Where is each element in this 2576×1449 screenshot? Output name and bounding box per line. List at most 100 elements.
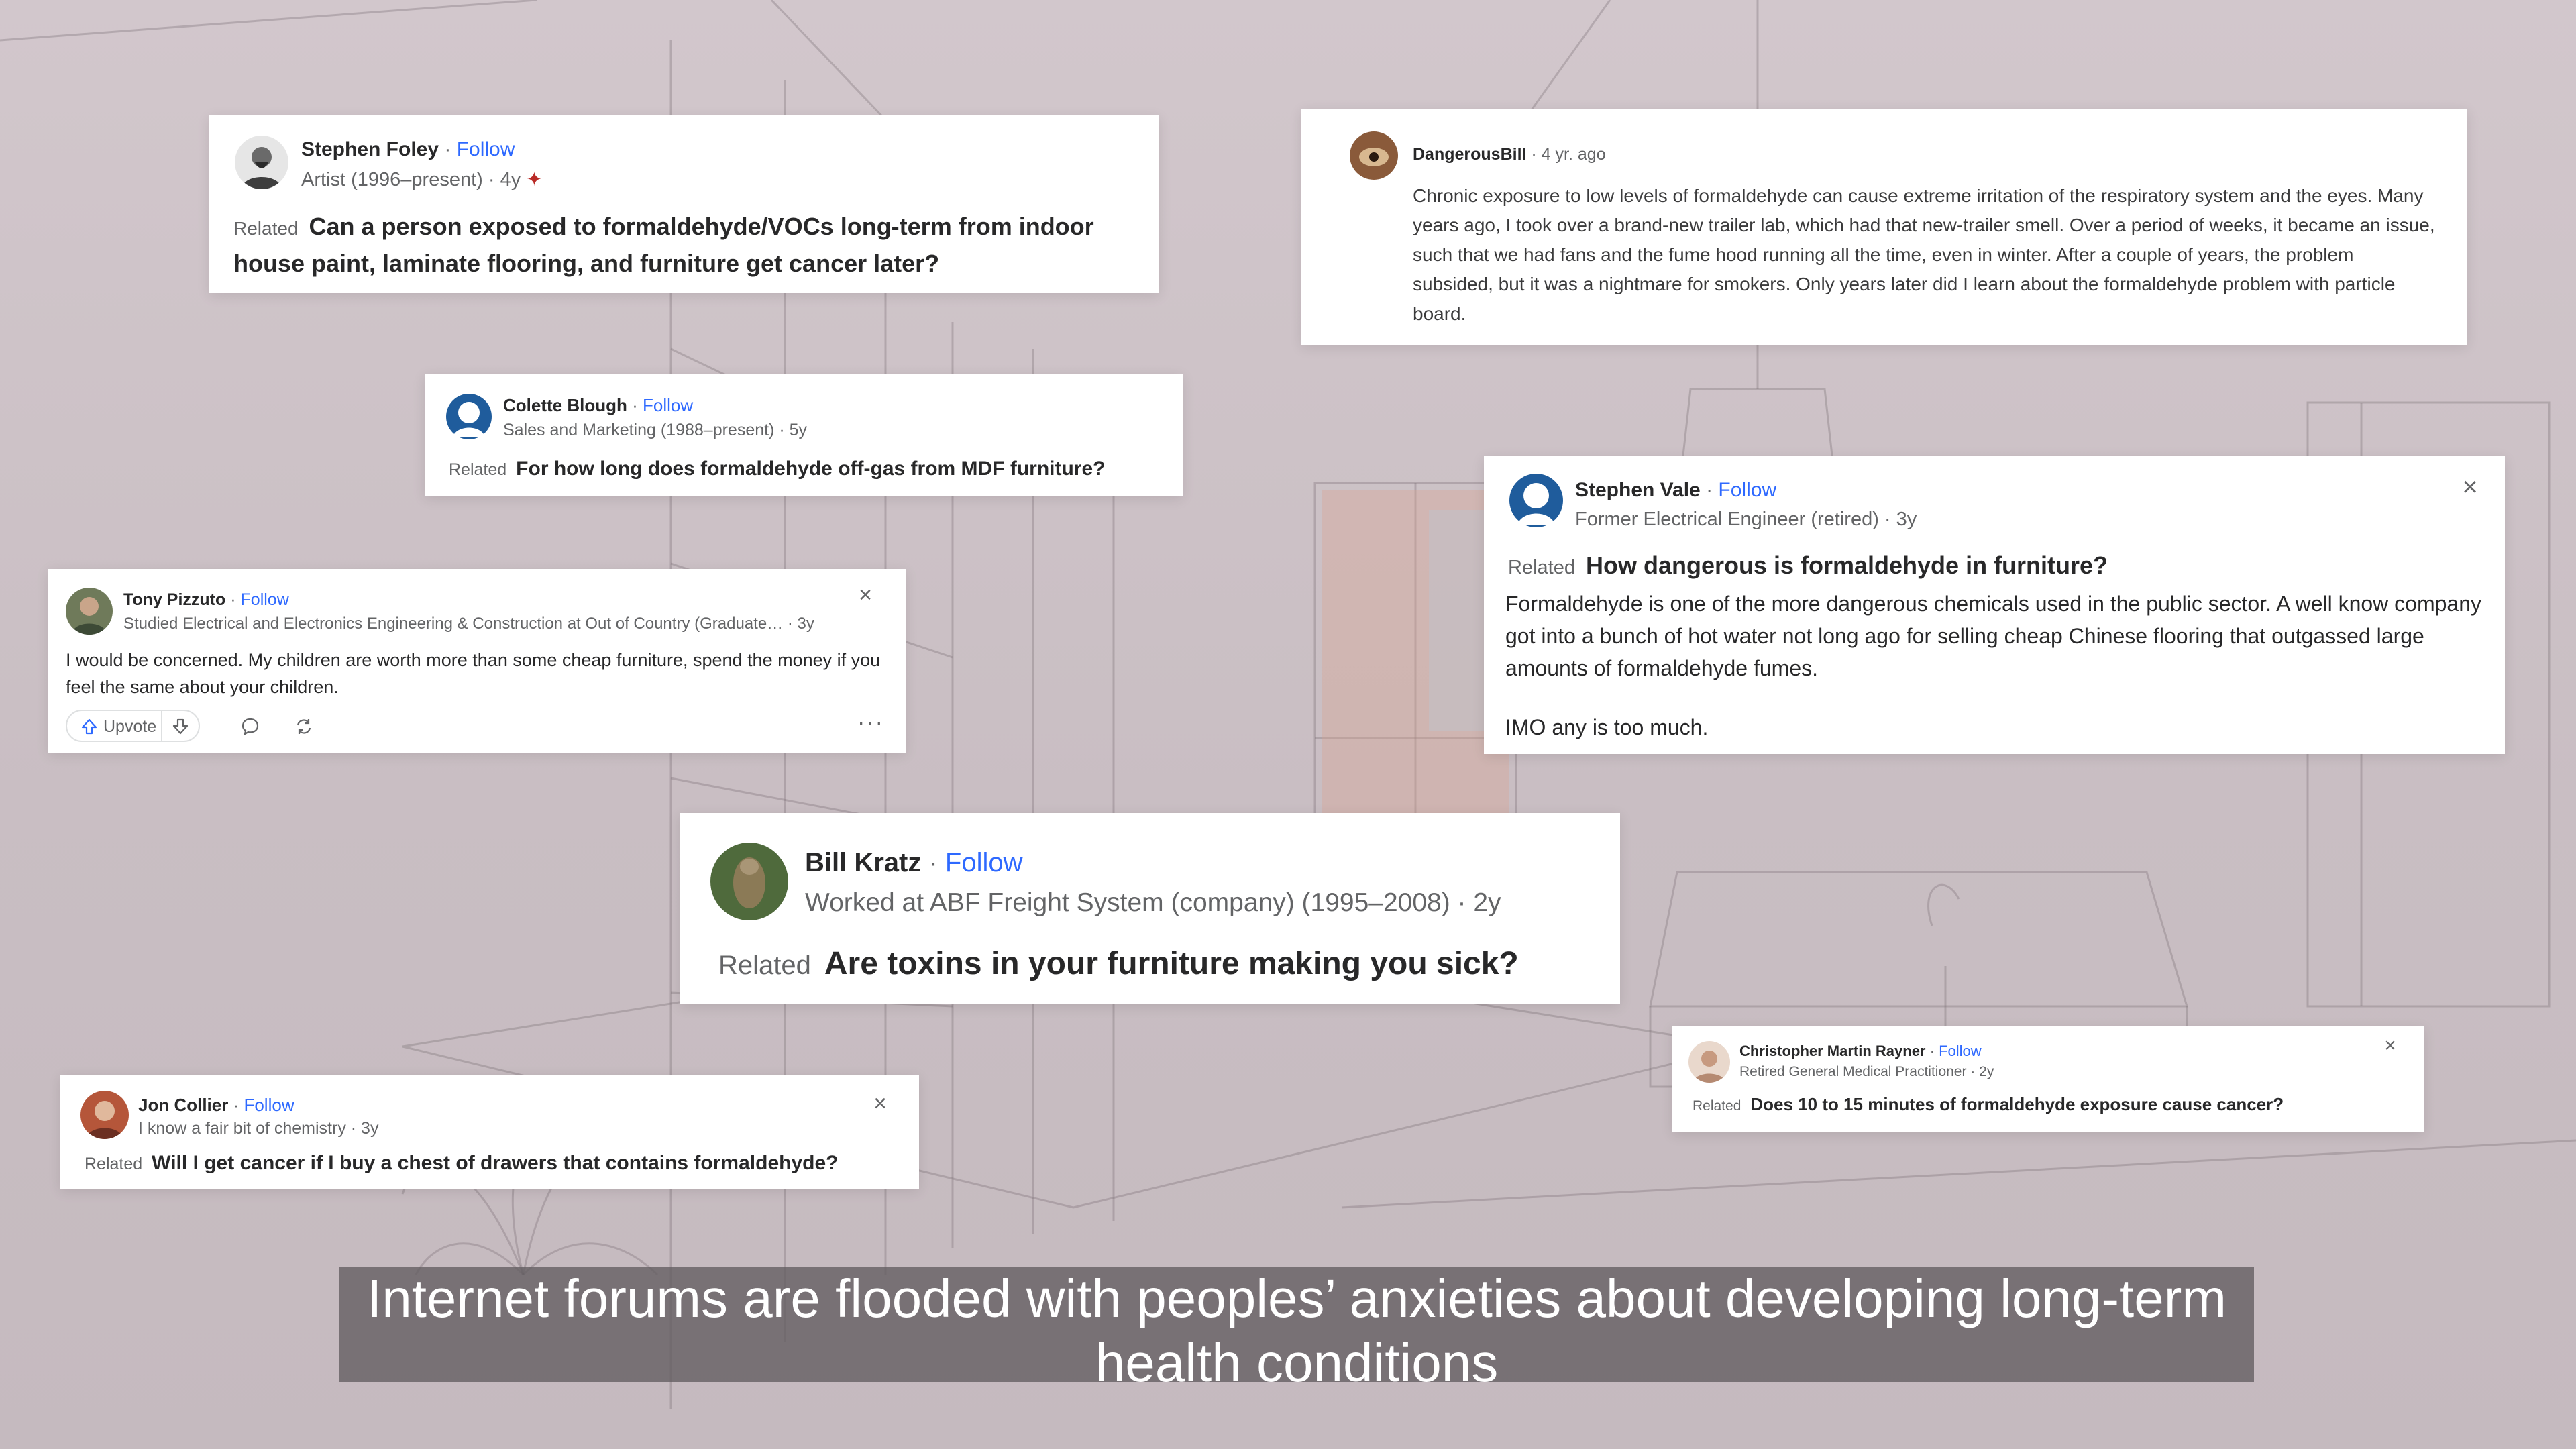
post-meta: · 4 yr. ago xyxy=(1526,145,1606,164)
separator-dot: · xyxy=(228,1095,244,1115)
related-question[interactable]: Related Can a person exposed to formaldeh… xyxy=(233,209,1139,281)
author-line: Bill Kratz · Follow xyxy=(805,848,1023,878)
avatar[interactable] xyxy=(66,588,113,635)
author-name[interactable]: Bill Kratz xyxy=(805,848,921,877)
spark-icon: ✦ xyxy=(526,169,543,191)
avatar[interactable] xyxy=(710,843,788,920)
separator-dot: · xyxy=(627,395,643,415)
share-icon[interactable] xyxy=(294,716,314,737)
author-line: DangerousBill · 4 yr. ago xyxy=(1413,145,1606,164)
author-name[interactable]: Tony Pizzuto xyxy=(123,590,225,609)
avatar[interactable] xyxy=(1508,472,1564,529)
upvote-label: Upvote xyxy=(103,717,157,736)
default-avatar-icon xyxy=(1508,472,1564,529)
author-name[interactable]: Jon Collier xyxy=(138,1095,228,1115)
separator-dot: · xyxy=(1925,1042,1939,1059)
close-icon[interactable]: × xyxy=(852,582,879,608)
avatar[interactable] xyxy=(80,1091,129,1139)
follow-link[interactable]: Follow xyxy=(241,590,289,609)
video-frame: Stephen Foley · Follow Artist (1996–pres… xyxy=(0,0,2576,1449)
answer-card-colette-blough[interactable]: Colette Blough · Follow Sales and Market… xyxy=(425,374,1183,496)
author-credential: Retired General Medical Practitioner · 2… xyxy=(1739,1064,1994,1079)
downvote-arrow-icon xyxy=(172,718,189,735)
separator-dot: · xyxy=(1700,479,1719,501)
related-question[interactable]: Related Does 10 to 15 minutes of formalde… xyxy=(1693,1092,2404,1118)
author-name[interactable]: Christopher Martin Rayner xyxy=(1739,1042,1926,1059)
question-text[interactable]: Will I get cancer if I buy a chest of dr… xyxy=(152,1152,838,1174)
author-name[interactable]: Colette Blough xyxy=(503,395,627,415)
vote-pill: Upvote xyxy=(66,710,200,742)
author-credential: Former Electrical Engineer (retired) · 3… xyxy=(1575,508,1917,530)
default-avatar-icon xyxy=(445,392,493,441)
answer-body-conclusion: IMO any is too much. xyxy=(1505,715,1709,739)
comment-card-dangerousbill[interactable]: DangerousBill · 4 yr. ago Chronic exposu… xyxy=(1301,109,2467,345)
follow-link[interactable]: Follow xyxy=(244,1095,294,1115)
related-label: Related xyxy=(718,951,811,980)
author-credential: Artist (1996–present) · 4y ✦ xyxy=(301,168,972,191)
related-question[interactable]: Related How dangerous is formaldehyde in … xyxy=(1508,549,2461,584)
close-icon[interactable]: × xyxy=(867,1091,894,1117)
question-text[interactable]: Are toxins in your furniture making you … xyxy=(824,946,1519,981)
avatar[interactable] xyxy=(445,392,493,441)
author-line: Stephen Vale · Follow xyxy=(1575,479,1776,502)
author-line: Tony Pizzuto · Follow xyxy=(123,590,289,610)
avatar[interactable] xyxy=(235,136,288,189)
comment-icon[interactable] xyxy=(240,716,260,737)
user-photo-icon xyxy=(235,136,288,189)
author-line: Colette Blough · Follow xyxy=(503,395,693,416)
related-label: Related xyxy=(449,460,507,479)
question-text[interactable]: Does 10 to 15 minutes of formaldehyde ex… xyxy=(1750,1094,2284,1114)
comment-body: Chronic exposure to low levels of formal… xyxy=(1413,185,2435,324)
follow-link[interactable]: Follow xyxy=(1939,1042,1982,1059)
follow-link[interactable]: Follow xyxy=(945,848,1023,877)
author-credential: Sales and Marketing (1988–present) · 5y xyxy=(503,421,808,439)
answer-body: I would be concerned. My children are wo… xyxy=(66,650,881,697)
related-question[interactable]: Related Are toxins in your furniture maki… xyxy=(718,942,1604,987)
question-text[interactable]: How dangerous is formaldehyde in furnitu… xyxy=(1586,551,2108,579)
follow-link[interactable]: Follow xyxy=(1718,479,1776,501)
author-credential: Worked at ABF Freight System (company) (… xyxy=(805,888,1501,917)
follow-link[interactable]: Follow xyxy=(457,138,515,160)
answer-card-stephen-foley[interactable]: Stephen Foley · Follow Artist (1996–pres… xyxy=(209,115,1159,293)
user-photo-icon xyxy=(66,588,113,635)
author-line: Stephen Foley · Follow xyxy=(301,138,515,161)
subtitle-line-2: health conditions xyxy=(1095,1333,1499,1393)
answer-card-tony-pizzuto[interactable]: Tony Pizzuto · Follow Studied Electrical… xyxy=(48,569,906,753)
subtitle-line-1: Internet forums are flooded with peoples… xyxy=(366,1269,2227,1328)
related-label: Related xyxy=(233,218,299,239)
separator-dot: · xyxy=(225,590,241,609)
question-text[interactable]: For how long does formaldehyde off-gas f… xyxy=(516,458,1105,480)
close-icon[interactable]: × xyxy=(2455,472,2485,502)
answer-card-christopher-martin-rayner[interactable]: Christopher Martin Rayner · Follow Retir… xyxy=(1672,1026,2424,1132)
avatar[interactable] xyxy=(1350,131,1398,180)
answer-body: Formaldehyde is one of the more dangerou… xyxy=(1505,592,2482,680)
more-icon[interactable]: ··· xyxy=(857,710,884,736)
related-label: Related xyxy=(1693,1098,1741,1114)
author-credential: I know a fair bit of chemistry · 3y xyxy=(138,1119,379,1138)
user-photo-icon xyxy=(80,1091,129,1139)
separator-dot: · xyxy=(921,848,945,877)
answer-card-bill-kratz[interactable]: Bill Kratz · Follow Worked at ABF Freigh… xyxy=(680,813,1620,1004)
user-photo-icon xyxy=(710,843,788,920)
related-question[interactable]: Related For how long does formaldehyde of… xyxy=(449,455,1173,483)
author-name[interactable]: Stephen Vale xyxy=(1575,479,1701,501)
action-bar: Upvote ··· xyxy=(66,710,891,743)
credential-text: Artist (1996–present) · 4y xyxy=(301,169,521,191)
question-text[interactable]: Can a person exposed to formaldehyde/VOC… xyxy=(233,213,1094,277)
answer-card-jon-collier[interactable]: Jon Collier · Follow I know a fair bit o… xyxy=(60,1075,919,1189)
author-line: Jon Collier · Follow xyxy=(138,1095,294,1116)
avatar[interactable] xyxy=(1688,1041,1730,1083)
author-name[interactable]: DangerousBill xyxy=(1413,145,1526,164)
related-label: Related xyxy=(85,1155,143,1173)
answer-card-stephen-vale[interactable]: Stephen Vale · Follow Former Electrical … xyxy=(1484,456,2505,754)
upvote-button[interactable]: Upvote xyxy=(67,711,162,741)
close-icon[interactable]: × xyxy=(2378,1034,2402,1057)
follow-link[interactable]: Follow xyxy=(643,395,693,415)
user-photo-icon xyxy=(1688,1041,1730,1083)
downvote-button[interactable] xyxy=(161,711,199,741)
related-label: Related xyxy=(1508,557,1575,578)
upvote-arrow-icon xyxy=(81,718,97,735)
author-name[interactable]: Stephen Foley xyxy=(301,138,439,160)
related-question[interactable]: Related Will I get cancer if I buy a ches… xyxy=(85,1150,903,1177)
separator-dot: · xyxy=(439,138,457,160)
